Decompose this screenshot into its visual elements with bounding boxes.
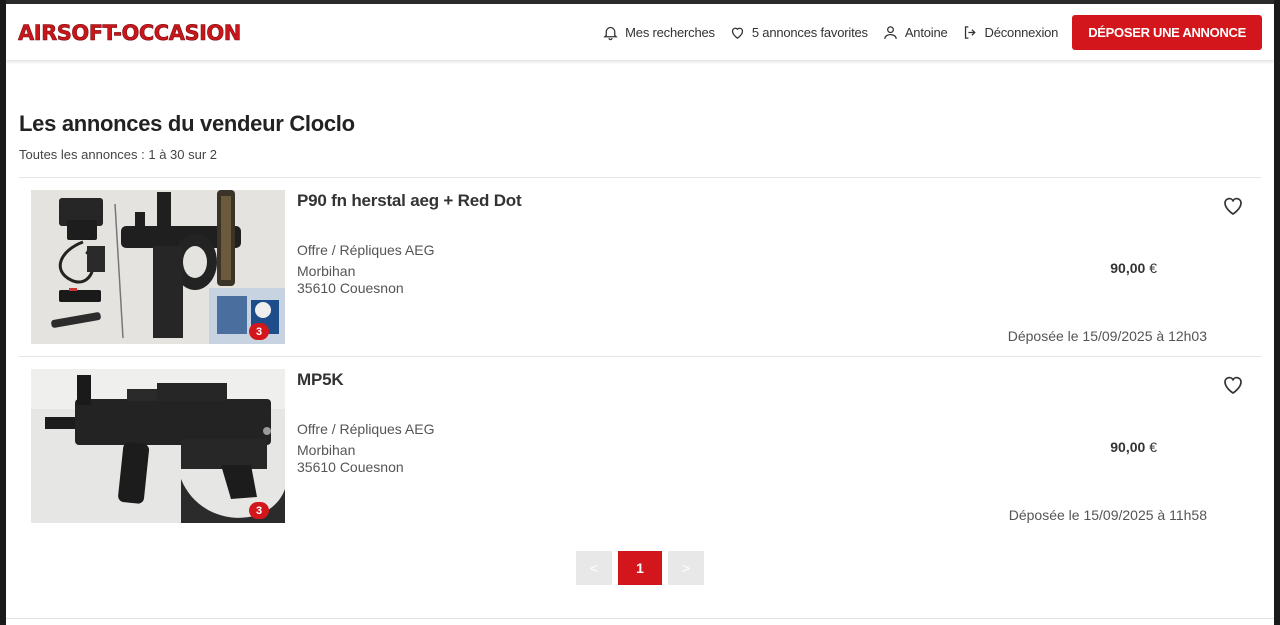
listing-region: Morbihan — [297, 263, 356, 279]
listing-title[interactable]: MP5K — [297, 370, 344, 390]
price-currency: € — [1149, 260, 1157, 276]
mp5k-photo — [31, 369, 285, 523]
p90-photo — [31, 190, 285, 344]
listing-price: 90,00 € — [1110, 439, 1157, 455]
listing-city: 35610 Couesnon — [297, 459, 404, 475]
header-nav: Mes recherches 5 annonces favorites Anto… — [602, 14, 1262, 50]
listing-thumbnail[interactable]: 3 — [31, 190, 285, 344]
main-content: Les annonces du vendeur Cloclo Toutes le… — [6, 60, 1274, 625]
price-currency: € — [1149, 439, 1157, 455]
pagination-next-button[interactable]: > — [668, 551, 704, 585]
listing-item[interactable]: 3 MP5K Offre / Répliques AEG Morbihan 35… — [19, 356, 1261, 536]
photo-count-badge: 3 — [249, 323, 269, 340]
listing-date: Déposée le 15/09/2025 à 12h03 — [1007, 328, 1207, 344]
pagination-prev-button[interactable]: < — [576, 551, 612, 585]
listing-item[interactable]: 3 P90 fn herstal aeg + Red Dot Offre / R… — [19, 177, 1261, 357]
listing-date: Déposée le 15/09/2025 à 11h58 — [1008, 507, 1207, 523]
logout-icon — [964, 25, 976, 39]
my-searches-label: Mes recherches — [625, 24, 715, 40]
listing-category: Offre / Répliques AEG — [297, 421, 435, 437]
site-logo[interactable]: AIRSOFT-OCCASION — [18, 17, 262, 47]
svg-text:AIRSOFT-OCCASION: AIRSOFT-OCCASION — [18, 21, 241, 45]
listing-city: 35610 Couesnon — [297, 280, 404, 296]
favorites-label: 5 annonces favorites — [751, 24, 868, 40]
listing-thumbnail[interactable]: 3 — [31, 369, 285, 523]
user-label: Antoine — [904, 24, 948, 40]
post-ad-button[interactable]: DÉPOSER UNE ANNONCE — [1072, 14, 1262, 50]
price-value: 90,00 — [1110, 439, 1146, 455]
logout-link[interactable]: Déconnexion — [962, 24, 1059, 41]
price-value: 90,00 — [1110, 260, 1146, 276]
listing-title[interactable]: P90 fn herstal aeg + Red Dot — [297, 191, 522, 211]
my-searches-link[interactable]: Mes recherches — [602, 24, 715, 41]
page-title: Les annonces du vendeur Cloclo — [19, 111, 355, 136]
page: AIRSOFT-OCCASION Mes recherches 5 annonc… — [6, 0, 1274, 625]
bell-icon — [603, 26, 618, 40]
listing-region: Morbihan — [297, 442, 356, 458]
heart-icon — [731, 27, 743, 39]
site-header: AIRSOFT-OCCASION Mes recherches 5 annonc… — [6, 4, 1274, 60]
photo-count-badge: 3 — [249, 502, 269, 519]
user-icon — [884, 25, 897, 39]
listing-price: 90,00 € — [1110, 260, 1157, 276]
favorite-heart-icon[interactable] — [1221, 194, 1245, 218]
logo-icon: AIRSOFT-OCCASION — [18, 21, 242, 45]
listing-category: Offre / Répliques AEG — [297, 242, 435, 258]
pagination: < 1 > — [576, 551, 704, 585]
pagination-page-1[interactable]: 1 — [618, 551, 662, 585]
results-count: Toutes les annonces : 1 à 30 sur 2 — [19, 147, 218, 162]
footer-divider — [6, 618, 1274, 619]
logout-label: Déconnexion — [984, 24, 1059, 40]
favorites-link[interactable]: 5 annonces favorites — [729, 24, 868, 41]
user-link[interactable]: Antoine — [882, 24, 948, 41]
favorite-heart-icon[interactable] — [1221, 373, 1245, 397]
background-edge-right — [1274, 0, 1280, 625]
